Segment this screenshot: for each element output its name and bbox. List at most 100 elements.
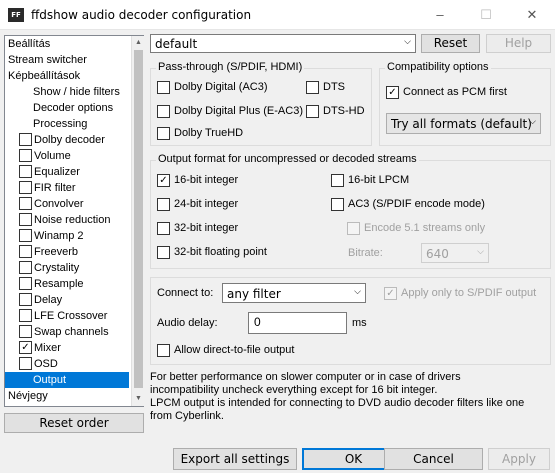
scroll-thumb[interactable] <box>134 50 143 388</box>
ddp-checkbox[interactable] <box>157 105 170 118</box>
ac3-label: AC3 (S/PDIF encode mode) <box>348 198 485 210</box>
tree-item-label: Volume <box>34 150 71 162</box>
truehd-checkbox[interactable] <box>157 127 170 140</box>
tree-item-checkbox[interactable] <box>19 357 32 370</box>
dtshd-label: DTS-HD <box>323 105 365 117</box>
preset-select[interactable]: default ⌵ <box>150 34 416 53</box>
tree-item-checkbox[interactable] <box>19 181 32 194</box>
reset-order-button[interactable]: Reset order <box>4 413 144 433</box>
audio-delay-input[interactable]: 0 <box>248 312 347 334</box>
tree-item-label: Output <box>33 374 67 386</box>
chevron-down-icon: ⌵ <box>354 287 361 297</box>
tree-item-checkbox[interactable] <box>19 293 32 306</box>
cancel-button-main[interactable]: Cancel <box>384 448 483 470</box>
connect-to-label: Connect to: <box>157 287 214 299</box>
tree-item-checkbox[interactable] <box>19 197 32 210</box>
tree-item[interactable]: Swap channels <box>5 324 129 340</box>
apply-button[interactable]: Apply <box>488 448 550 470</box>
tree-item-label: Decoder options <box>33 102 114 114</box>
encode51-checkbox[interactable] <box>347 222 360 235</box>
tree-item[interactable]: LFE Crossover <box>5 308 129 324</box>
dts-label: DTS <box>323 81 345 93</box>
connect-pcm-checkbox[interactable]: ✓ <box>386 86 399 99</box>
ffdshow-icon: FF <box>8 8 24 22</box>
tree-item-checkbox[interactable] <box>19 277 32 290</box>
tree-item[interactable]: Crystality <box>5 260 129 276</box>
tree-item-checkbox[interactable] <box>19 229 32 242</box>
connect-pcm-label: Connect as PCM first <box>403 86 507 98</box>
tree-item-checkbox[interactable] <box>19 261 32 274</box>
tree-item-label: Swap channels <box>34 326 109 338</box>
tree-item[interactable]: Volume <box>5 148 129 164</box>
scroll-down-icon[interactable]: ▼ <box>132 392 145 405</box>
help-button[interactable]: Help <box>486 34 551 53</box>
lpcm-checkbox[interactable] <box>331 174 344 187</box>
tree-item-label: Képbeállítások <box>8 70 81 82</box>
dts-checkbox[interactable] <box>306 81 319 94</box>
output-format-title: Output format for uncompressed or decode… <box>156 153 419 165</box>
tree-item-label: Freeverb <box>34 246 79 258</box>
tree-item-checkbox[interactable] <box>19 213 32 226</box>
tree-item[interactable]: FIR filter <box>5 180 129 196</box>
ac3-checkbox[interactable] <box>331 198 344 211</box>
tree-item-checkbox[interactable] <box>19 325 32 338</box>
tree-item-label: Resample <box>34 278 84 290</box>
tree-item-checkbox[interactable]: ✓ <box>19 341 32 354</box>
tree-item-checkbox[interactable] <box>19 245 32 258</box>
int16-checkbox[interactable]: ✓ <box>157 174 170 187</box>
scroll-up-icon[interactable]: ▲ <box>132 36 145 49</box>
settings-tree[interactable]: Névjegy Output OSD ✓ Mixer Swap channels LFE C… <box>4 35 144 407</box>
title-bar: FF ffdshow audio decoder configuration –… <box>0 0 555 30</box>
tree-item[interactable]: Beállítás <box>5 36 129 52</box>
tree-item-checkbox[interactable] <box>19 309 32 322</box>
tree-item-checkbox[interactable] <box>19 149 32 162</box>
tree-item[interactable]: Freeverb <box>5 244 129 260</box>
close-button[interactable]: ✕ <box>509 0 555 30</box>
minimize-button[interactable]: – <box>417 0 463 30</box>
int32-label: 32-bit integer <box>174 222 239 234</box>
tree-item[interactable]: Dolby decoder <box>5 132 129 148</box>
tree-item[interactable]: Show / hide filters <box>5 84 129 100</box>
tree-item[interactable]: Delay <box>5 292 129 308</box>
formats-select[interactable]: Try all formats (default) ⌵ <box>386 113 541 134</box>
tree-item[interactable]: Equalizer <box>5 164 129 180</box>
tree-item[interactable]: Output <box>5 372 129 388</box>
info-text: For better performance on slower compute… <box>150 371 550 423</box>
direct-to-file-checkbox[interactable] <box>157 344 170 357</box>
int24-checkbox[interactable] <box>157 198 170 211</box>
tree-item[interactable]: Convolver <box>5 196 129 212</box>
tree-item[interactable]: Névjegy <box>5 388 129 404</box>
ms-label: ms <box>352 317 367 329</box>
dd-checkbox[interactable] <box>157 81 170 94</box>
spdif-only-label: Apply only to S/PDIF output <box>401 287 537 299</box>
compatibility-group: Compatibility options <box>379 61 551 146</box>
float32-label: 32-bit floating point <box>174 246 267 258</box>
connect-to-select[interactable]: any filter ⌵ <box>222 283 366 303</box>
tree-item[interactable]: Resample <box>5 276 129 292</box>
tree-item[interactable]: ✓ Mixer <box>5 340 129 356</box>
tree-item[interactable]: Winamp 2 <box>5 228 129 244</box>
tree-item[interactable]: Képbeállítások <box>5 68 129 84</box>
preset-value: default <box>155 37 198 51</box>
passthrough-title: Pass-through (S/PDIF, HDMI) <box>156 61 305 73</box>
maximize-button[interactable]: ☐ <box>463 0 509 30</box>
bitrate-select[interactable]: 640 ⌵ <box>421 243 489 263</box>
tree-item[interactable]: Noise reduction <box>5 212 129 228</box>
export-settings-button[interactable]: Export all settings <box>173 448 297 470</box>
tree-scrollbar[interactable]: ▲ ▼ <box>131 36 144 406</box>
info-line-1: For better performance on slower compute… <box>150 371 461 383</box>
bitrate-label: Bitrate: <box>348 247 383 259</box>
dtshd-checkbox[interactable] <box>306 105 319 118</box>
spdif-only-checkbox[interactable]: ✓ <box>384 287 397 300</box>
tree-item[interactable]: Processing <box>5 116 129 132</box>
int32-checkbox[interactable] <box>157 222 170 235</box>
float32-checkbox[interactable] <box>157 246 170 259</box>
tree-item[interactable]: Decoder options <box>5 100 129 116</box>
tree-item-checkbox[interactable] <box>19 133 32 146</box>
reset-button[interactable]: Reset <box>421 34 480 53</box>
audio-delay-label: Audio delay: <box>157 317 218 329</box>
encode51-label: Encode 5.1 streams only <box>364 222 486 234</box>
tree-item[interactable]: Stream switcher <box>5 52 129 68</box>
tree-item[interactable]: OSD <box>5 356 129 372</box>
tree-item-checkbox[interactable] <box>19 165 32 178</box>
